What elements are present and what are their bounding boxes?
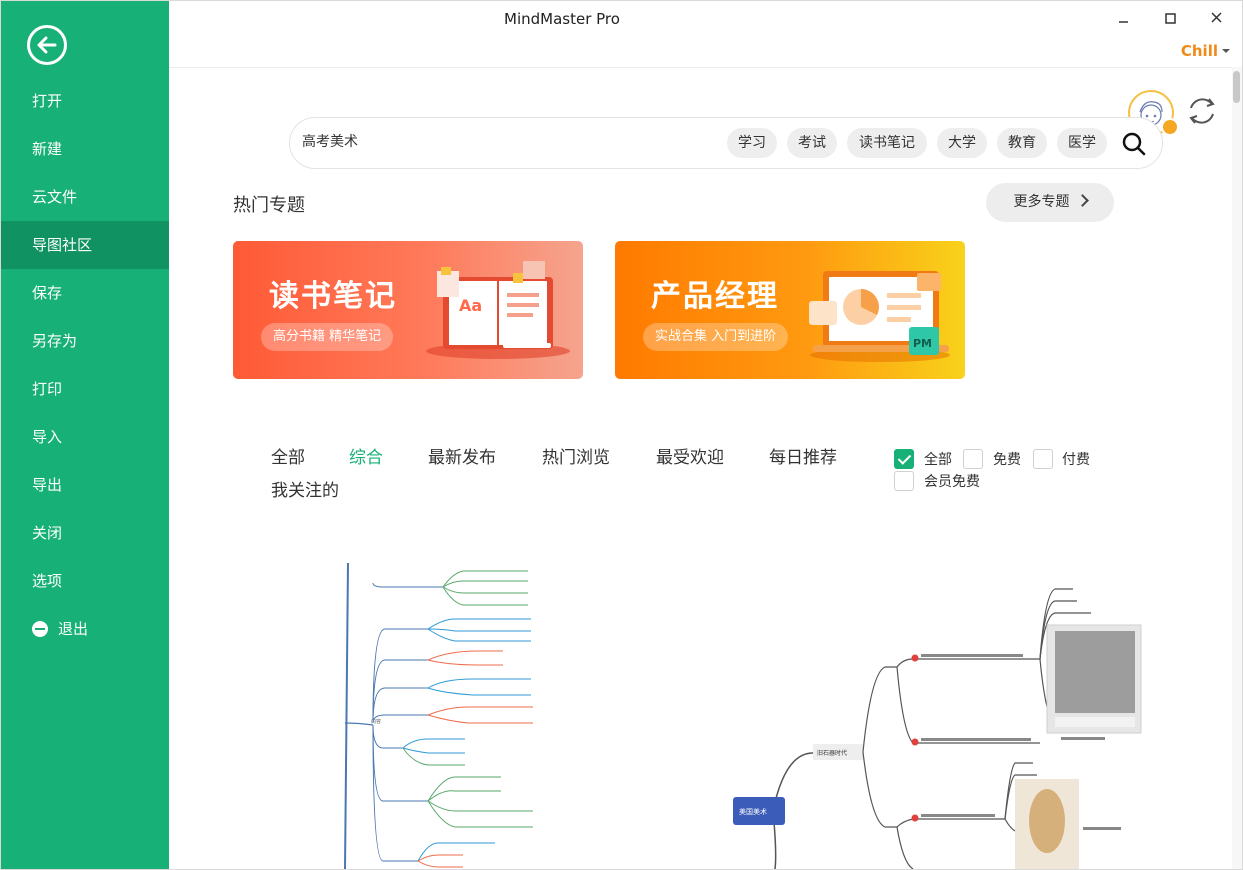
tab-latest[interactable]: 最新发布	[428, 443, 496, 468]
mindmap-root-label: 美国美术	[739, 807, 767, 816]
laptop-illustration-icon: PM	[809, 271, 950, 362]
scrollbar-thumb[interactable]	[1233, 71, 1240, 103]
sidebar-item-open[interactable]: 打开	[1, 77, 169, 125]
search-input[interactable]	[300, 132, 604, 150]
filter-paid-checkbox[interactable]	[1033, 449, 1053, 469]
user-menu[interactable]: Chill	[1181, 42, 1230, 60]
vip-badge-icon	[1161, 118, 1179, 136]
mindmap-card[interactable]: 美国美术 旧石器时代	[715, 563, 1155, 869]
banner-subtitle: 实战合集 入门到进阶	[643, 323, 789, 351]
sidebar-item-close[interactable]: 关闭	[1, 509, 169, 557]
sidebar-item-save[interactable]: 保存	[1, 269, 169, 317]
exit-icon	[32, 621, 48, 637]
tab-hot-browse[interactable]: 热门浏览	[542, 443, 610, 468]
tab-all[interactable]: 全部	[271, 443, 305, 468]
filter-paid-label: 付费	[1062, 452, 1090, 468]
sidebar-item-export[interactable]: 导出	[1, 461, 169, 509]
banner-title: 产品经理	[651, 279, 779, 314]
sidebar-item-cloud-files[interactable]: 云文件	[1, 173, 169, 221]
title-bar: MindMaster Pro Chill	[169, 1, 1242, 68]
chevron-right-icon	[1075, 194, 1089, 207]
tab-comprehensive[interactable]: 综合	[349, 443, 383, 468]
sidebar-item-options[interactable]: 选项	[1, 557, 169, 605]
sidebar-item-community[interactable]: 导图社区	[1, 221, 169, 269]
more-topics-label: 更多专题	[1013, 194, 1070, 210]
mindmap-thumbnail: 内容	[344, 563, 533, 869]
filter-all-checkbox[interactable]	[894, 449, 914, 469]
filter-member-free-label: 会员免费	[924, 474, 980, 490]
filter-free-label: 免费	[993, 452, 1021, 468]
search-tag[interactable]: 教育	[997, 128, 1047, 158]
more-topics-button[interactable]: 更多专题	[986, 183, 1114, 222]
mindmap-card[interactable]: 内容	[233, 563, 673, 869]
filter-member-free-checkbox[interactable]	[894, 471, 914, 491]
sidebar-item-exit[interactable]: 退出	[1, 605, 169, 653]
filter-all-label: 全部	[924, 452, 952, 468]
tab-most-popular[interactable]: 最受欢迎	[656, 443, 724, 468]
search-tag[interactable]: 学习	[727, 128, 777, 158]
app-window: 打开 新建 云文件 导图社区 保存 另存为 打印 导入 导出 关闭 选项 退出 …	[0, 0, 1243, 870]
search-tag[interactable]: 考试	[787, 128, 837, 158]
refresh-icon[interactable]	[1185, 94, 1219, 128]
tab-following[interactable]: 我关注的	[271, 476, 339, 501]
user-name: Chill	[1180, 42, 1218, 60]
banner-product-manager[interactable]: 产品经理 实战合集 入门到进阶 PM	[615, 241, 965, 379]
chevron-down-icon	[1222, 49, 1230, 53]
app-title: MindMaster Pro	[504, 10, 620, 28]
back-arrow-icon[interactable]	[27, 25, 67, 65]
close-icon[interactable]	[1205, 7, 1229, 31]
search-tag[interactable]: 读书笔记	[847, 128, 927, 158]
maximize-icon[interactable]	[1159, 7, 1183, 31]
search-tag[interactable]: 大学	[937, 128, 987, 158]
sidebar-item-import[interactable]: 导入	[1, 413, 169, 461]
sidebar-item-exit-label: 退出	[58, 620, 89, 638]
banner-badge: PM	[913, 337, 932, 350]
search-icon[interactable]	[1121, 131, 1147, 157]
scrollbar[interactable]	[1232, 67, 1242, 869]
minimize-icon[interactable]	[1112, 7, 1136, 31]
banner-subtitle: 高分书籍 精华笔记	[261, 323, 394, 351]
search-tag[interactable]: 医学	[1057, 128, 1107, 158]
sidebar: 打开 新建 云文件 导图社区 保存 另存为 打印 导入 导出 关闭 选项 退出	[1, 1, 169, 869]
sidebar-item-new[interactable]: 新建	[1, 125, 169, 173]
mindmap-thumbnail: 美国美术 旧石器时代	[733, 588, 1142, 869]
mindmap-branch-label: 旧石器时代	[817, 749, 847, 757]
filter-free-checkbox[interactable]	[963, 449, 983, 469]
hot-topics-title: 热门专题	[233, 195, 305, 216]
sidebar-item-save-as[interactable]: 另存为	[1, 317, 169, 365]
tab-daily-recommend[interactable]: 每日推荐	[769, 443, 837, 468]
book-illustration-icon: Aa	[426, 261, 570, 359]
banner-reading-notes[interactable]: 读书笔记 高分书籍 精华笔记 Aa	[233, 241, 583, 379]
banner-title: 读书笔记	[269, 279, 397, 314]
banner-badge: Aa	[459, 296, 482, 315]
sidebar-item-print[interactable]: 打印	[1, 365, 169, 413]
